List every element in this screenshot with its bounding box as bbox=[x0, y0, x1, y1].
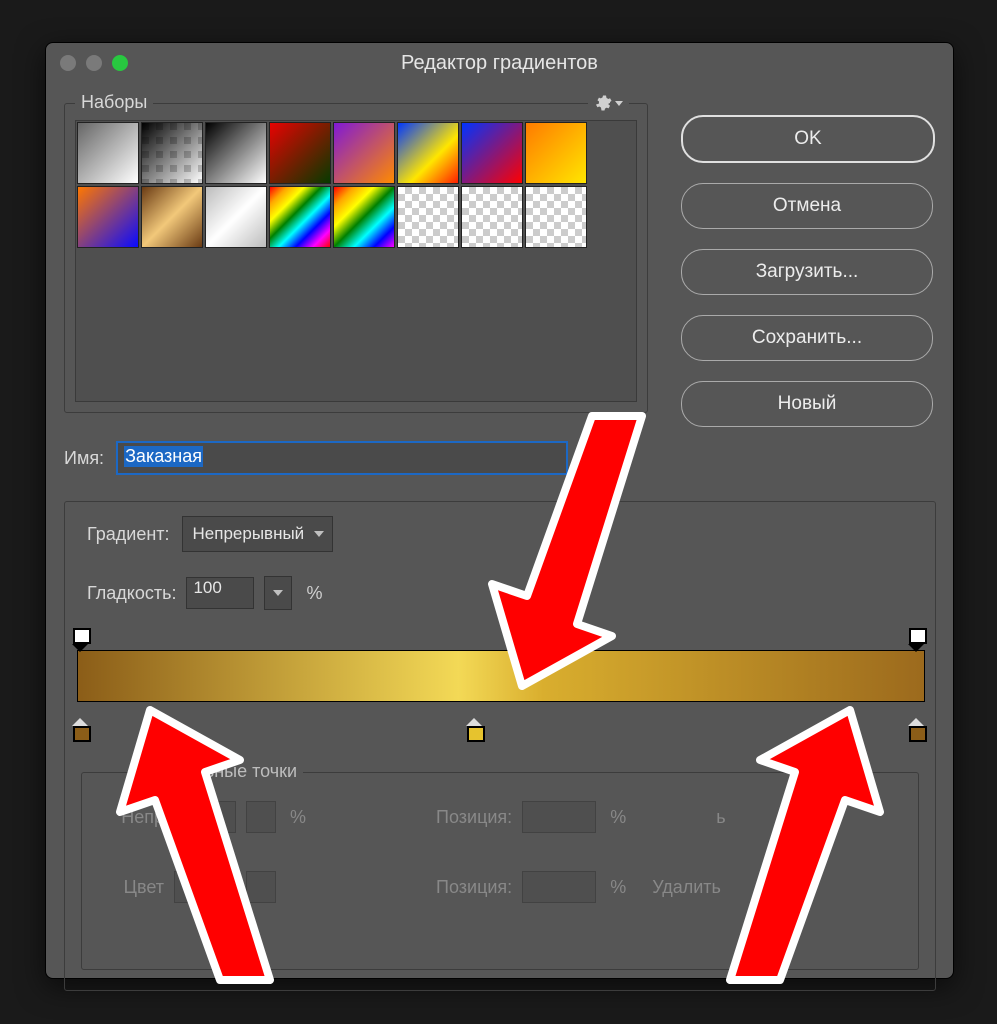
color-stop[interactable] bbox=[909, 718, 927, 742]
titlebar: Редактор градиентов bbox=[46, 43, 953, 83]
new-button[interactable]: Новый bbox=[681, 381, 933, 427]
preset-swatch[interactable] bbox=[525, 122, 587, 184]
stops-legend: Контрольные точки bbox=[130, 761, 303, 782]
gradient-bar[interactable] bbox=[77, 650, 923, 734]
presets-label: Наборы bbox=[75, 92, 153, 113]
gradient-type-label: Градиент: bbox=[87, 524, 170, 545]
color-stop[interactable] bbox=[467, 718, 485, 742]
preset-swatch[interactable] bbox=[333, 122, 395, 184]
preset-swatch[interactable] bbox=[397, 122, 459, 184]
preset-swatch[interactable] bbox=[461, 186, 523, 248]
opacity-stop-label: Непр bbox=[102, 807, 164, 828]
preset-swatch[interactable] bbox=[77, 186, 139, 248]
window-minimize-button[interactable] bbox=[86, 55, 102, 71]
preset-swatch[interactable] bbox=[141, 122, 203, 184]
percent-label: % bbox=[610, 877, 626, 898]
preset-swatch[interactable] bbox=[269, 122, 331, 184]
chevron-down-icon bbox=[314, 531, 324, 537]
cancel-button[interactable]: Отмена bbox=[681, 183, 933, 229]
gradient-group: Градиент: Непрерывный Гладкость: 100 % bbox=[64, 501, 936, 991]
gradient-editor-window: Редактор градиентов OK Отмена Загрузить.… bbox=[45, 42, 954, 979]
percent-label: % bbox=[306, 583, 322, 604]
color-stop[interactable] bbox=[73, 718, 91, 742]
gear-icon bbox=[594, 94, 612, 112]
smoothness-input[interactable]: 100 bbox=[186, 577, 254, 609]
preset-swatch[interactable] bbox=[525, 186, 587, 248]
percent-label: % bbox=[290, 807, 306, 828]
color-stop-label: Цвет bbox=[102, 877, 164, 898]
opacity-stop[interactable] bbox=[909, 628, 927, 648]
position-input bbox=[522, 871, 596, 903]
preset-swatch[interactable] bbox=[397, 186, 459, 248]
name-input[interactable]: Заказная bbox=[116, 441, 568, 475]
percent-label: % bbox=[610, 807, 626, 828]
preset-swatch[interactable] bbox=[77, 122, 139, 184]
save-button[interactable]: Сохранить... bbox=[681, 315, 933, 361]
color-swatch-input bbox=[174, 871, 236, 903]
gradient-type-dropdown[interactable]: Непрерывный bbox=[182, 516, 334, 552]
color-stepper bbox=[246, 871, 276, 903]
delete-button: Удалить bbox=[652, 877, 721, 898]
opacity-stepper bbox=[246, 801, 276, 833]
ok-button[interactable]: OK bbox=[681, 115, 935, 163]
opacity-stop[interactable] bbox=[73, 628, 91, 648]
smoothness-stepper[interactable] bbox=[264, 576, 292, 610]
preset-swatch[interactable] bbox=[269, 186, 331, 248]
presets-menu-button[interactable] bbox=[588, 94, 629, 112]
opacity-value-input bbox=[174, 801, 236, 833]
smoothness-label: Гладкость: bbox=[87, 583, 176, 604]
window-zoom-button[interactable] bbox=[112, 55, 128, 71]
position-input bbox=[522, 801, 596, 833]
load-button[interactable]: Загрузить... bbox=[681, 249, 933, 295]
preset-swatch[interactable] bbox=[141, 186, 203, 248]
chevron-down-icon bbox=[615, 101, 623, 106]
action-button: ь bbox=[716, 807, 725, 828]
position-label: Позиция: bbox=[436, 807, 512, 828]
preset-swatch[interactable] bbox=[205, 122, 267, 184]
position-label: Позиция: bbox=[436, 877, 512, 898]
name-label: Имя: bbox=[64, 448, 104, 469]
stops-group: Контрольные точки Непр % Позиция: % ь Цв… bbox=[81, 772, 919, 970]
preset-thumbnails bbox=[75, 120, 637, 402]
window-title: Редактор градиентов bbox=[46, 52, 953, 75]
preset-swatch[interactable] bbox=[461, 122, 523, 184]
chevron-down-icon bbox=[273, 590, 283, 596]
window-close-button[interactable] bbox=[60, 55, 76, 71]
preset-swatch[interactable] bbox=[205, 186, 267, 248]
preset-swatch[interactable] bbox=[333, 186, 395, 248]
presets-group: Наборы bbox=[64, 103, 648, 413]
